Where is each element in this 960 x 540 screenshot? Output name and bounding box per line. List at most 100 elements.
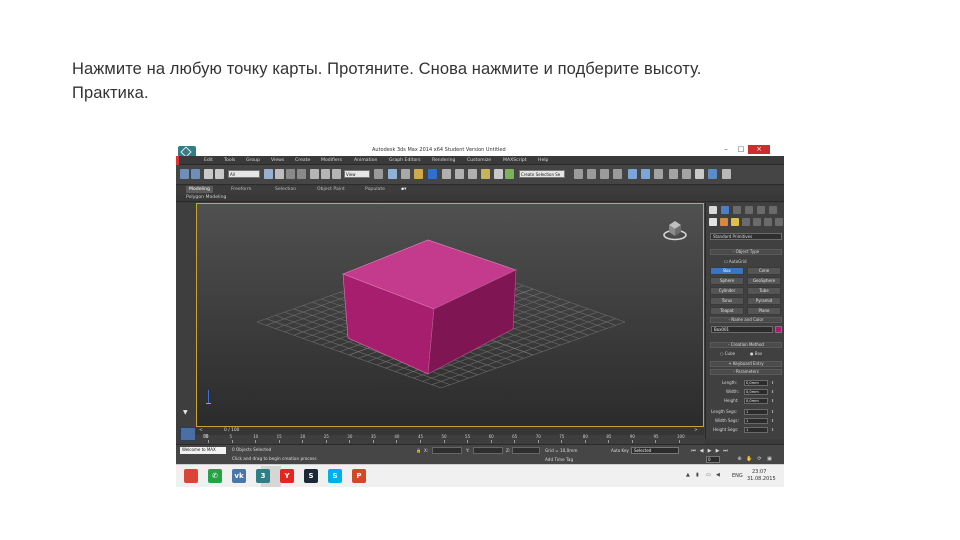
language-indicator[interactable]: ENG: [732, 473, 743, 479]
keyboard-shortcut-icon[interactable]: [401, 169, 410, 179]
material-editor-icon[interactable]: [628, 169, 637, 179]
battery-icon[interactable]: ▭: [706, 472, 712, 478]
named-selection-icon[interactable]: [481, 169, 490, 179]
graphite-toggle-icon[interactable]: [587, 169, 596, 179]
undo-icon[interactable]: [180, 169, 189, 179]
next-frame-icon[interactable]: ▶: [714, 448, 721, 455]
ribbon-tab-freeform[interactable]: Freeform: [228, 186, 254, 193]
keyboard-entry-rollout[interactable]: + Keyboard Entry: [710, 361, 782, 367]
motion-tab-icon[interactable]: [745, 206, 753, 214]
select-manipulate-icon[interactable]: [388, 169, 397, 179]
geometry-icon[interactable]: [709, 218, 717, 226]
selection-filter-dropdown[interactable]: All: [228, 170, 260, 178]
helpers-icon[interactable]: [753, 218, 761, 226]
viewport-nav-arrow-icon[interactable]: ▼: [183, 409, 188, 416]
torus-button[interactable]: Torus: [710, 297, 744, 305]
volume-icon[interactable]: ◀: [716, 472, 722, 478]
clock-time[interactable]: 23:07: [752, 469, 766, 475]
param-height-segs-spinner-icon[interactable]: ⬍: [771, 427, 775, 433]
space-warps-icon[interactable]: [764, 218, 772, 226]
geosphere-button[interactable]: GeoSphere: [747, 277, 781, 285]
redo-icon[interactable]: [191, 169, 200, 179]
param-length-segs-spinner-icon[interactable]: ⬍: [771, 409, 775, 415]
ribbon-tab-object-paint[interactable]: Object Paint: [314, 186, 348, 193]
time-next-button[interactable]: >: [694, 428, 698, 433]
ribbon-tab-populate[interactable]: Populate: [362, 186, 388, 193]
param-length-field[interactable]: 0,0mm: [744, 380, 768, 386]
powerpoint-icon[interactable]: P: [352, 469, 366, 483]
render-online-icon[interactable]: [708, 169, 717, 179]
time-slider[interactable]: < 0 / 100 >: [196, 427, 704, 435]
param-height-segs-field[interactable]: 1: [744, 427, 768, 433]
select-object-icon[interactable]: [264, 169, 273, 179]
object-type-rollout[interactable]: - Object Type: [710, 249, 782, 255]
lights-icon[interactable]: [731, 218, 739, 226]
lock-selection-icon[interactable]: 🔒: [416, 448, 421, 454]
play-icon[interactable]: ▶: [706, 448, 713, 455]
cylinder-button[interactable]: Cylinder: [710, 287, 744, 295]
object-name-field[interactable]: Box001: [711, 326, 773, 333]
tube-button[interactable]: Tube: [747, 287, 781, 295]
go-to-start-icon[interactable]: ⏮: [690, 448, 697, 455]
plane-button[interactable]: Plane: [747, 307, 781, 315]
layer-manager-icon[interactable]: [574, 169, 583, 179]
param-length-segs-field[interactable]: 1: [744, 409, 768, 415]
zoom-icon[interactable]: ⊕: [736, 456, 743, 463]
primitive-category-dropdown[interactable]: Standard Primitives: [710, 233, 782, 240]
snaps-toggle-icon[interactable]: [414, 169, 423, 179]
creation-method-rollout[interactable]: - Creation Method: [710, 342, 782, 348]
move-icon[interactable]: [310, 169, 319, 179]
render-setup-icon[interactable]: [641, 169, 650, 179]
display-tab-icon[interactable]: [757, 206, 765, 214]
add-time-tag[interactable]: Add Time Tag: [545, 457, 573, 462]
pivot-icon[interactable]: [374, 169, 383, 179]
menu-animation[interactable]: Animation: [354, 158, 377, 163]
select-by-name-icon[interactable]: [275, 169, 284, 179]
perspective-viewport[interactable]: + ][ Perspective ][ Realistic ]: [196, 203, 704, 427]
box-button[interactable]: Box: [710, 267, 744, 275]
close-button[interactable]: ×: [748, 145, 770, 154]
key-filter-dropdown[interactable]: Selected: [631, 447, 679, 454]
cone-button[interactable]: Cone: [747, 267, 781, 275]
name-color-rollout[interactable]: - Name and Color: [710, 317, 782, 323]
unlink-icon[interactable]: [215, 169, 224, 179]
y-coordinate-field[interactable]: [473, 447, 503, 454]
autogrid-checkbox[interactable]: ☐ AutoGrid: [724, 259, 747, 264]
pyramid-button[interactable]: Pyramid: [747, 297, 781, 305]
parameters-rollout[interactable]: - Parameters: [710, 369, 782, 375]
reference-coordinate-dropdown[interactable]: View: [344, 170, 370, 178]
z-coordinate-field[interactable]: [512, 447, 540, 454]
rendered-frame-icon[interactable]: [654, 169, 663, 179]
clock-date[interactable]: 31.08.2015: [747, 476, 776, 482]
rotate-icon[interactable]: [321, 169, 330, 179]
align-icon[interactable]: [505, 169, 514, 179]
angle-snap-icon[interactable]: [428, 169, 437, 179]
vk-icon[interactable]: vk: [232, 469, 246, 483]
named-selection-set-dropdown[interactable]: Create Selection Se: [519, 170, 565, 178]
link-icon[interactable]: [204, 169, 213, 179]
current-frame-field[interactable]: 0: [706, 456, 720, 463]
maxscript-listener-field[interactable]: Welcome to MAX: [180, 447, 226, 454]
param-width-segs-field[interactable]: 1: [744, 418, 768, 424]
steam-icon[interactable]: S: [304, 469, 318, 483]
object-color-swatch[interactable]: [775, 326, 782, 333]
param-width-spinner-icon[interactable]: ⬍: [771, 389, 775, 395]
scale-icon[interactable]: [332, 169, 341, 179]
create-tab-icon[interactable]: [709, 206, 717, 214]
skype-icon[interactable]: S: [328, 469, 342, 483]
menu-graph-editors[interactable]: Graph Editors: [389, 158, 421, 163]
time-slider-label[interactable]: 0 / 100: [224, 428, 239, 433]
x-coordinate-field[interactable]: [432, 447, 462, 454]
teapot-icon[interactable]: [695, 169, 704, 179]
minimize-button[interactable]: –: [719, 145, 733, 154]
systems-icon[interactable]: [775, 218, 783, 226]
menu-rendering[interactable]: Rendering: [432, 158, 455, 163]
ribbon-tab-modeling[interactable]: Modeling: [186, 186, 213, 193]
window-crossing-icon[interactable]: [297, 169, 306, 179]
menu-views[interactable]: Views: [271, 158, 284, 163]
sphere-button[interactable]: Sphere: [710, 277, 744, 285]
param-height-field[interactable]: 0,0mm: [744, 398, 768, 404]
yandex-icon[interactable]: Y: [280, 469, 294, 483]
pan-icon[interactable]: ✋: [746, 456, 753, 463]
shapes-icon[interactable]: [720, 218, 728, 226]
